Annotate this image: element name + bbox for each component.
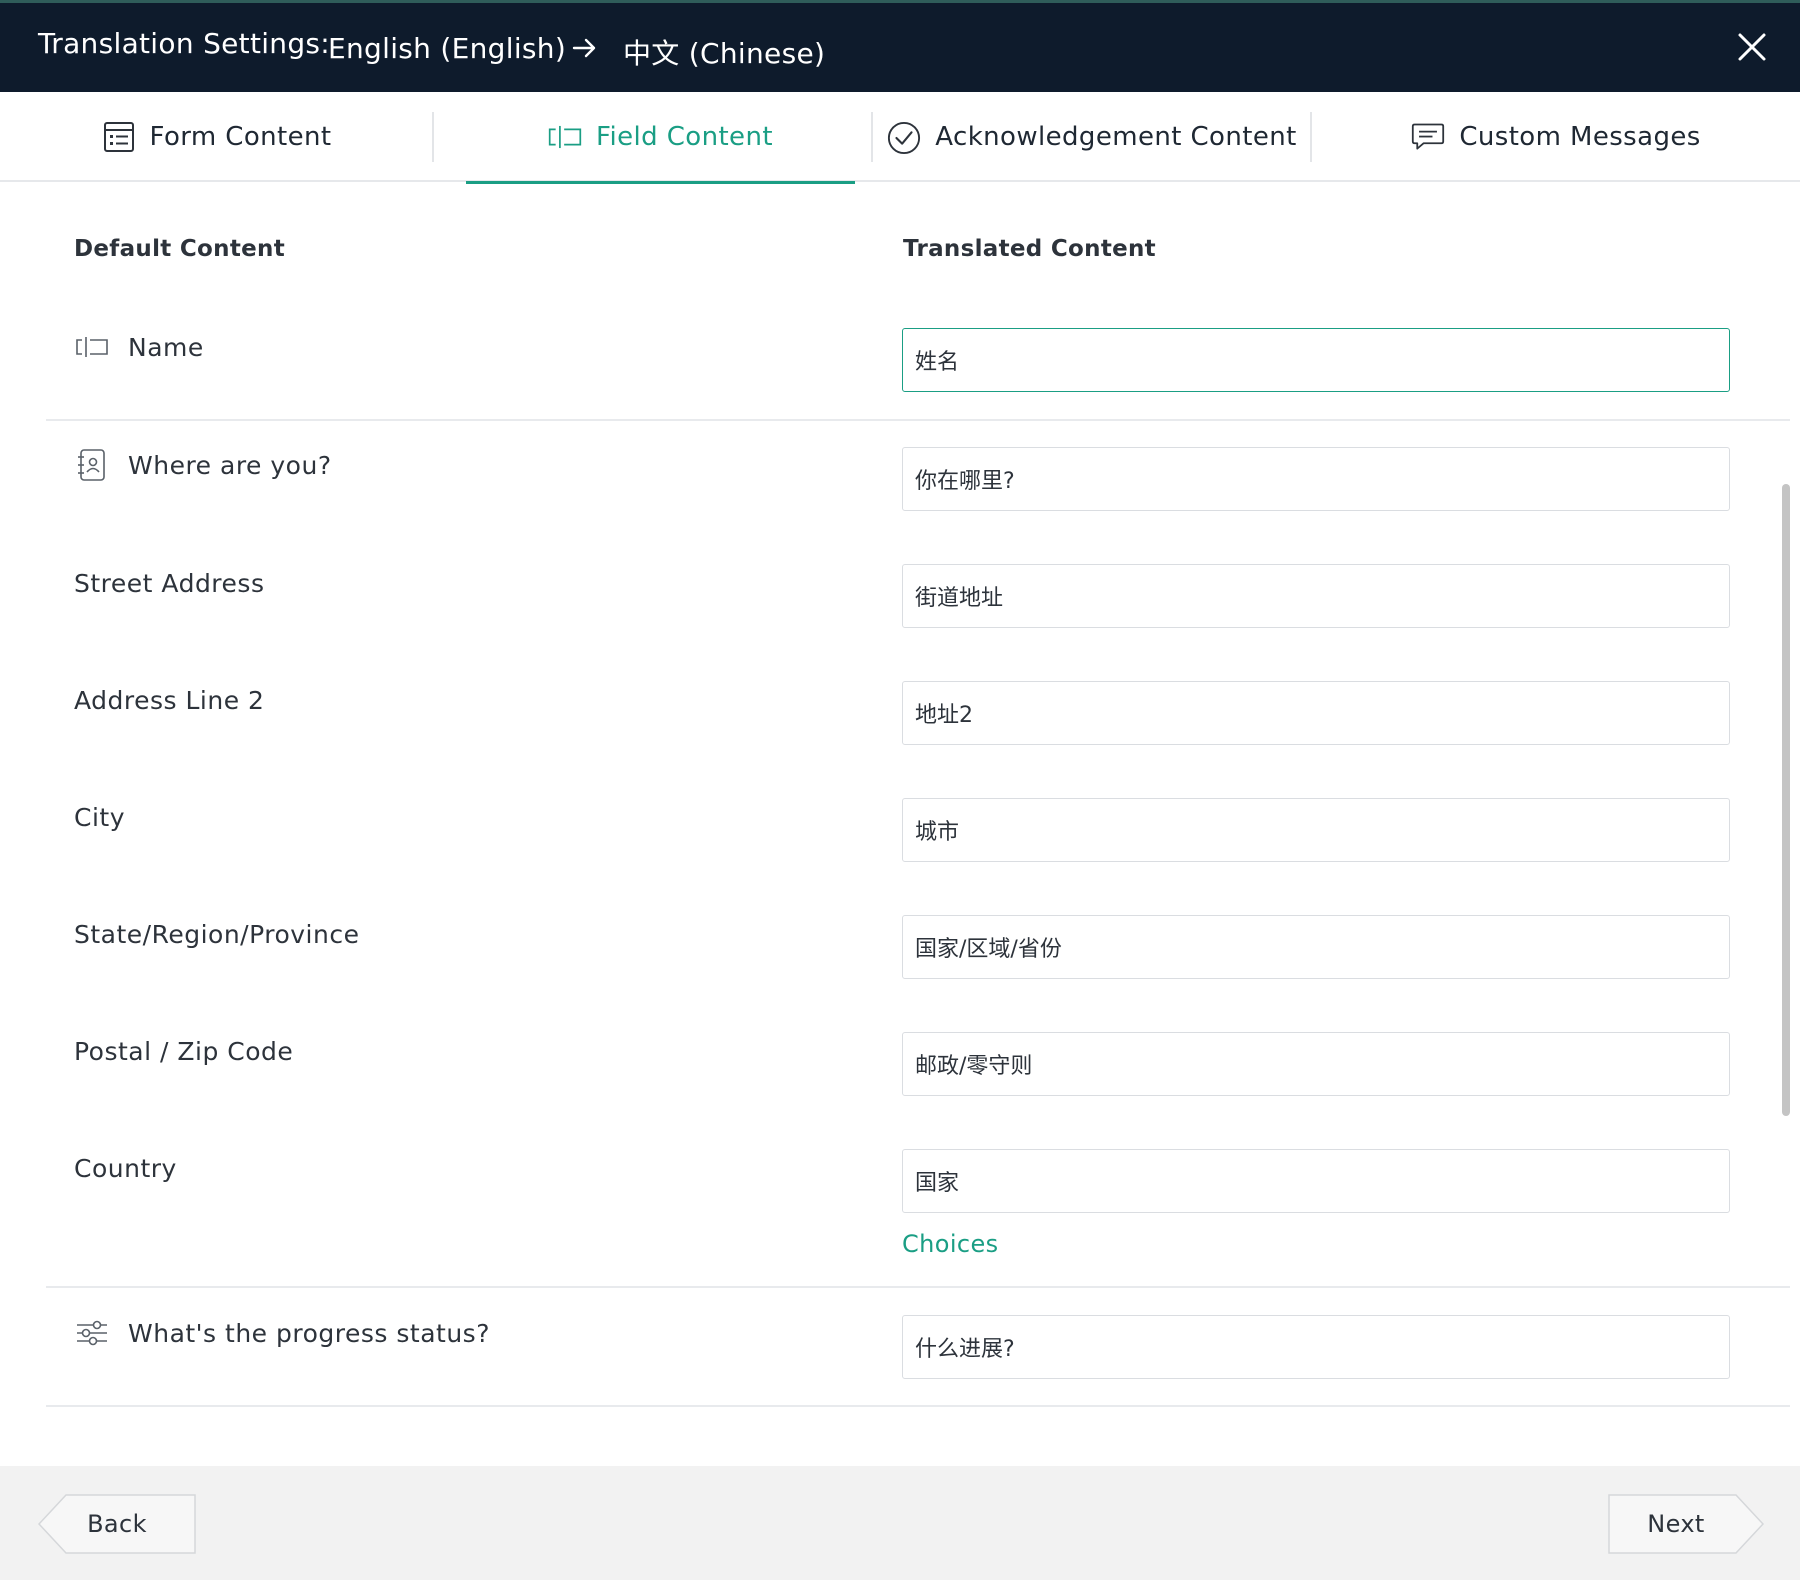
- translation-input-city[interactable]: [902, 798, 1730, 862]
- translation-input-name[interactable]: [902, 328, 1730, 392]
- translation-input-progress-status[interactable]: [902, 1315, 1730, 1379]
- row-label-city: City: [74, 803, 125, 832]
- row-label-text: What's the progress status?: [128, 1318, 490, 1348]
- row-label-progress-status: What's the progress status?: [74, 1318, 490, 1348]
- field-content-panel: Default Content Translated Content Name …: [0, 184, 1790, 1466]
- tab-label: Custom Messages: [1459, 122, 1701, 152]
- next-button[interactable]: Next: [1608, 1494, 1764, 1554]
- target-language: 中文 (Chinese): [623, 37, 826, 70]
- row-label-text: Where are you?: [128, 450, 332, 480]
- back-button[interactable]: Back: [38, 1494, 196, 1554]
- row-label-text: Country: [74, 1154, 177, 1183]
- address-book-icon: [74, 449, 110, 481]
- tab-field-content[interactable]: Field Content: [466, 92, 855, 184]
- row-label-country: Country: [74, 1154, 177, 1183]
- tab-form-content[interactable]: Form Content: [0, 92, 433, 182]
- translation-settings-dialog: Translation Settings: English (English) …: [0, 0, 1800, 1580]
- tab-bar: Form Content Field Content Acknowledgeme…: [0, 92, 1800, 184]
- translation-input-state-region-province[interactable]: [902, 915, 1730, 979]
- row-divider: [46, 1405, 1790, 1407]
- row-divider: [46, 419, 1790, 421]
- translation-input-street-address[interactable]: [902, 564, 1730, 628]
- next-button-label: Next: [1647, 1510, 1705, 1538]
- source-language: English (English): [328, 32, 567, 65]
- tab-label: Field Content: [596, 122, 773, 152]
- tab-acknowledgement-content[interactable]: Acknowledgement Content: [873, 92, 1311, 182]
- back-button-label: Back: [87, 1510, 147, 1538]
- row-label-street-address: Street Address: [74, 569, 264, 598]
- row-label-name: Name: [74, 332, 204, 362]
- tab-divider: [432, 112, 434, 162]
- tab-label: Form Content: [149, 122, 332, 152]
- field-input-icon: [548, 120, 582, 154]
- row-label-text: City: [74, 803, 125, 832]
- dialog-title: Translation Settings:: [38, 27, 331, 60]
- row-label-text: Address Line 2: [74, 686, 265, 715]
- row-label-address-line-2: Address Line 2: [74, 686, 264, 715]
- translation-input-address-line-2[interactable]: [902, 681, 1730, 745]
- translation-input-where-are-you[interactable]: [902, 447, 1730, 511]
- choices-link[interactable]: Choices: [902, 1230, 999, 1258]
- form-list-icon: [102, 120, 136, 154]
- dialog-header: Translation Settings: English (English) …: [0, 0, 1800, 92]
- row-label-text: Name: [128, 332, 204, 362]
- check-circle-icon: [887, 120, 921, 155]
- arrow-right-icon: [572, 37, 598, 59]
- message-bubble-icon: [1411, 120, 1445, 154]
- row-label-where-are-you: Where are you?: [74, 449, 332, 481]
- row-label-text: Street Address: [74, 569, 265, 598]
- row-label-postal-zip-code: Postal / Zip Code: [74, 1037, 293, 1066]
- vertical-scrollbar[interactable]: [1782, 484, 1790, 1116]
- translated-content-header: Translated Content: [903, 236, 1156, 262]
- default-content-header: Default Content: [74, 236, 285, 262]
- row-divider: [46, 1286, 1790, 1288]
- row-label-state-region-province: State/Region/Province: [74, 920, 359, 949]
- sliders-icon: [74, 1318, 110, 1348]
- translation-input-country[interactable]: [902, 1149, 1730, 1213]
- dialog-footer: Back Next: [0, 1466, 1800, 1580]
- tab-custom-messages[interactable]: Custom Messages: [1312, 92, 1800, 182]
- translation-input-postal-zip-code[interactable]: [902, 1032, 1730, 1096]
- field-input-icon: [74, 332, 110, 362]
- row-label-text: State/Region/Province: [74, 920, 360, 949]
- close-icon[interactable]: [1730, 25, 1774, 69]
- tab-label: Acknowledgement Content: [935, 122, 1297, 152]
- row-label-text: Postal / Zip Code: [74, 1037, 294, 1066]
